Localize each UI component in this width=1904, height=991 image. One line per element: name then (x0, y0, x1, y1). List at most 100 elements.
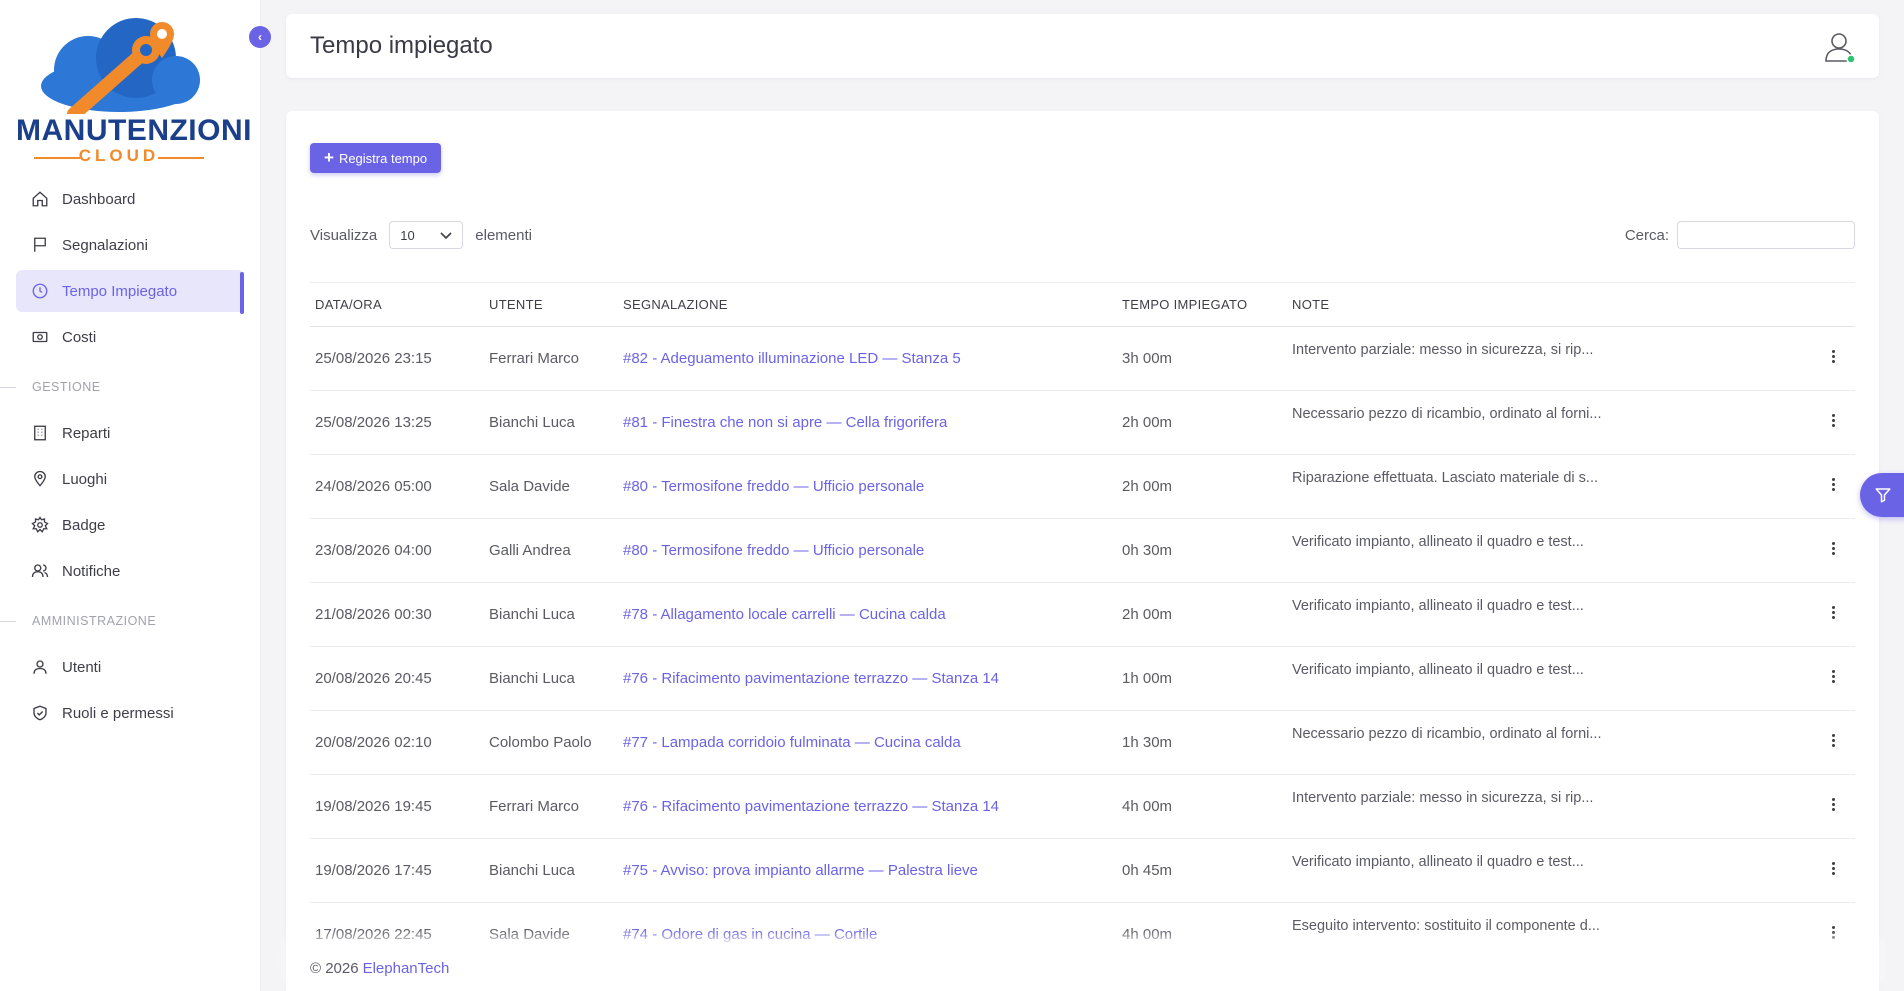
table-row: 20/08/2026 02:10 Colombo Paolo #77 - Lampa… (310, 711, 1855, 775)
cell-user: Ferrari Marco (489, 350, 580, 367)
cell-date: 19/08/2026 17:45 (315, 862, 432, 879)
sidebar-item-label: Segnalazioni (62, 236, 148, 254)
column-header-date[interactable]: DATA/ORA (310, 283, 484, 327)
brand-title: MANUTENZIONI (16, 114, 252, 147)
cell-ticket-link[interactable]: #81 - Finestra che non si apre — Cella f… (618, 391, 1117, 455)
cell-notes: Intervento parziale: messo in sicurezza,… (1292, 790, 1594, 806)
cell-date: 20/08/2026 20:45 (315, 670, 432, 687)
sidebar-item-label: Reparti (62, 424, 111, 442)
sidebar-item-notifiche[interactable]: Notifiche (16, 550, 244, 592)
sidebar: MANUTENZIONI CLOUD Dashboard Segnalazion… (0, 0, 260, 991)
sidebar-item-label: Tempo Impiegato (62, 282, 178, 300)
column-header-time[interactable]: TEMPO IMPIEGATO (1117, 283, 1287, 327)
cell-ticket-link[interactable]: #80 - Termosifone freddo — Ufficio perso… (618, 519, 1117, 583)
row-actions-button[interactable] (1809, 391, 1855, 455)
cell-ticket-link[interactable]: #78 - Allagamento locale carrelli — Cuci… (618, 583, 1117, 647)
cell-user: Bianchi Luca (489, 414, 575, 431)
row-actions-button[interactable] (1809, 647, 1855, 711)
cell-user: Sala Davide (489, 478, 570, 495)
sidebar-item-costi[interactable]: Costi (16, 316, 244, 358)
page-size-select[interactable]: 10 (389, 221, 464, 249)
cell-date: 21/08/2026 00:30 (315, 606, 432, 623)
table-row: 24/08/2026 05:00 Sala Davide #80 - Termosi… (310, 455, 1855, 519)
kebab-menu-icon (1832, 348, 1836, 365)
sidebar-nav: Dashboard Segnalazioni Tempo Impiegato C… (0, 178, 244, 738)
column-header-user[interactable]: UTENTE (484, 283, 618, 327)
cell-ticket-link[interactable]: #77 - Lampada corridoio fulminata — Cuci… (618, 711, 1117, 775)
row-actions-button[interactable] (1809, 839, 1855, 903)
kebab-menu-icon (1832, 796, 1836, 813)
add-time-button[interactable]: + Registra tempo (310, 143, 442, 173)
filter-button[interactable] (1860, 473, 1904, 517)
cell-notes: Verificato impianto, allineato il quadro… (1292, 662, 1584, 678)
sidebar-item-luoghi[interactable]: Luoghi (16, 458, 244, 500)
time-table-card: + Registra tempo Visualizza 10 elementi … (286, 111, 1879, 991)
page-size-value: 10 (400, 227, 415, 243)
cell-date: 20/08/2026 02:10 (315, 734, 432, 751)
row-actions-button[interactable] (1809, 327, 1855, 391)
cell-time: 0h 45m (1122, 862, 1173, 879)
add-time-label: Registra tempo (338, 150, 428, 166)
badge-gear-icon (30, 515, 50, 535)
kebab-menu-icon (1832, 604, 1836, 621)
cell-user: Galli Andrea (489, 542, 571, 559)
search-control: Cerca: (1625, 221, 1855, 249)
cell-user: Bianchi Luca (489, 670, 575, 687)
cell-time: 3h 00m (1122, 350, 1173, 367)
sidebar-item-tempo-impiegato[interactable]: Tempo Impiegato (16, 270, 244, 312)
show-label: Visualizza (310, 226, 378, 244)
sidebar-item-utenti[interactable]: Utenti (16, 646, 244, 688)
sidebar-item-dashboard[interactable]: Dashboard (16, 178, 244, 220)
row-actions-button[interactable] (1809, 711, 1855, 775)
search-input[interactable] (1677, 221, 1855, 249)
row-actions-button[interactable] (1809, 583, 1855, 647)
copyright: © 2026 (310, 960, 359, 977)
chevron-left-icon: ‹ (258, 30, 262, 44)
cell-time: 1h 30m (1122, 734, 1173, 751)
sidebar-item-label: Badge (62, 516, 106, 534)
sidebar-item-label: Dashboard (62, 190, 136, 208)
row-actions-button[interactable] (1809, 775, 1855, 839)
cell-time: 2h 00m (1122, 478, 1173, 495)
sidebar-item-label: Costi (62, 328, 97, 346)
company-link[interactable]: ElephanTech (363, 960, 450, 977)
sidebar-item-ruoli[interactable]: Ruoli e permessi (16, 692, 244, 734)
cell-time: 4h 00m (1122, 798, 1173, 815)
cell-ticket-link[interactable]: #80 - Termosifone freddo — Ufficio perso… (618, 455, 1117, 519)
time-entries-table: DATA/ORA UTENTE SEGNALAZIONE TEMPO IMPIE… (310, 282, 1855, 967)
section-gestione: GESTIONE (0, 370, 244, 404)
kebab-menu-icon (1832, 860, 1836, 877)
row-actions-button[interactable] (1809, 519, 1855, 583)
cell-time: 0h 30m (1122, 542, 1173, 559)
cell-ticket-link[interactable]: #76 - Rifacimento pavimentazione terrazz… (618, 647, 1117, 711)
cell-date: 23/08/2026 04:00 (315, 542, 432, 559)
sidebar-item-badge[interactable]: Badge (16, 504, 244, 546)
table-header-row: DATA/ORA UTENTE SEGNALAZIONE TEMPO IMPIE… (310, 282, 1855, 327)
cell-date: 24/08/2026 05:00 (315, 478, 432, 495)
column-header-notes[interactable]: NOTE (1287, 283, 1809, 327)
column-header-ticket[interactable]: SEGNALAZIONE (618, 283, 1117, 327)
kebab-menu-icon (1832, 668, 1836, 685)
users-icon (30, 561, 50, 581)
sidebar-item-label: Ruoli e permessi (62, 704, 174, 722)
cell-notes: Necessario pezzo di ricambio, ordinato a… (1292, 406, 1602, 422)
row-actions-button[interactable] (1809, 455, 1855, 519)
table-row: 20/08/2026 20:45 Bianchi Luca #76 - Rifaci… (310, 647, 1855, 711)
cell-ticket-link[interactable]: #82 - Adeguamento illuminazione LED — St… (618, 327, 1117, 391)
user-menu-button[interactable] (1823, 30, 1857, 64)
collapse-sidebar-button[interactable]: ‹ (249, 26, 271, 48)
kebab-menu-icon (1832, 924, 1836, 941)
sidebar-item-segnalazioni[interactable]: Segnalazioni (16, 224, 244, 266)
cell-user: Ferrari Marco (489, 798, 580, 815)
brand-logo[interactable]: MANUTENZIONI CLOUD (16, 18, 252, 165)
cell-notes: Necessario pezzo di ricambio, ordinato a… (1292, 726, 1602, 742)
shield-check-icon (30, 703, 50, 723)
cell-user: Bianchi Luca (489, 606, 575, 623)
cell-ticket-link[interactable]: #76 - Rifacimento pavimentazione terrazz… (618, 775, 1117, 839)
kebab-menu-icon (1832, 732, 1836, 749)
flag-icon (30, 235, 50, 255)
cell-time: 1h 00m (1122, 670, 1173, 687)
sidebar-item-reparti[interactable]: Reparti (16, 412, 244, 454)
cell-ticket-link[interactable]: #75 - Avviso: prova impianto allarme — P… (618, 839, 1117, 903)
cloud-wrench-logo-icon (41, 18, 200, 121)
